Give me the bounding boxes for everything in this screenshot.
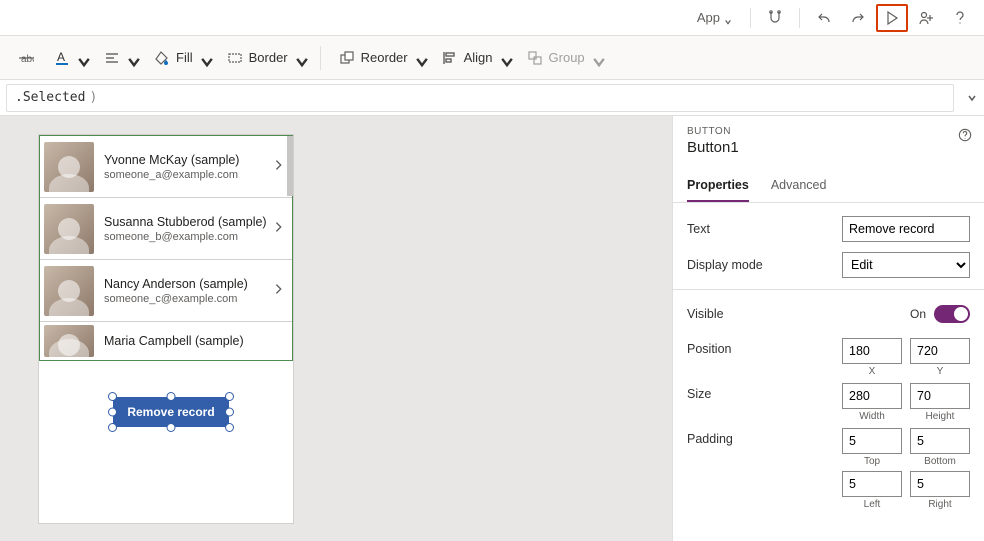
avatar (44, 266, 94, 316)
divider (799, 8, 800, 28)
properties-panel: BUTTON Button1 Properties Advanced Text … (672, 116, 984, 541)
reorder-button[interactable]: Reorder (331, 42, 430, 74)
list-item[interactable]: Maria Campbell (sample) (40, 322, 292, 360)
resize-handle[interactable] (108, 408, 117, 417)
prop-padding-top[interactable] (842, 428, 902, 454)
prop-position-label: Position (687, 338, 842, 356)
canvas[interactable]: Yvonne McKay (sample) someone_a@example.c… (0, 116, 672, 541)
strikethrough-button[interactable]: abc (10, 42, 42, 74)
list-item[interactable]: Susanna Stubberod (sample) someone_b@exam… (40, 198, 292, 260)
prop-visible-toggle[interactable] (934, 305, 970, 323)
group-button: Group (519, 42, 607, 74)
avatar (44, 204, 94, 254)
prop-size-width[interactable] (842, 383, 902, 409)
control-type-label: BUTTON (687, 126, 970, 137)
tab-advanced[interactable]: Advanced (771, 170, 827, 202)
remove-record-button[interactable]: Remove record (113, 397, 229, 427)
gallery-control[interactable]: Yvonne McKay (sample) someone_a@example.c… (39, 135, 293, 361)
chevron-right-icon[interactable] (272, 282, 286, 299)
list-item[interactable]: Nancy Anderson (sample) someone_c@example… (40, 260, 292, 322)
list-item[interactable]: Yvonne McKay (sample) someone_a@example.c… (40, 136, 292, 198)
resize-handle[interactable] (108, 423, 117, 432)
left-sublabel: Left (864, 499, 881, 510)
control-name: Button1 (687, 139, 970, 156)
play-preview-icon[interactable] (876, 4, 908, 32)
prop-padding-left[interactable] (842, 471, 902, 497)
contact-email: someone_a@example.com (104, 169, 272, 181)
chevron-right-icon[interactable] (272, 220, 286, 237)
screen-preview: Yvonne McKay (sample) someone_a@example.c… (38, 134, 294, 524)
contact-name: Nancy Anderson (sample) (104, 277, 272, 291)
bottom-sublabel: Bottom (924, 456, 956, 467)
share-icon[interactable] (910, 4, 942, 32)
contact-name: Susanna Stubberod (sample) (104, 215, 272, 229)
resize-handle[interactable] (225, 392, 234, 401)
redo-icon[interactable] (842, 4, 874, 32)
divider (320, 46, 321, 70)
group-label: Group (549, 50, 585, 65)
prop-displaymode-label: Display mode (687, 258, 842, 272)
prop-text-label: Text (687, 222, 842, 236)
height-sublabel: Height (926, 411, 955, 422)
prop-position-x[interactable] (842, 338, 902, 364)
divider (673, 289, 984, 290)
app-menu[interactable]: App (687, 4, 742, 32)
tab-properties[interactable]: Properties (687, 170, 749, 202)
resize-handle[interactable] (225, 423, 234, 432)
align-label: Align (464, 50, 493, 65)
font-color-button[interactable]: A (46, 42, 92, 74)
prop-displaymode-select[interactable]: Edit (842, 252, 970, 278)
prop-position-y[interactable] (910, 338, 970, 364)
tab-label: Properties (687, 178, 749, 192)
resize-handle[interactable] (225, 408, 234, 417)
border-label: Border (249, 50, 288, 65)
avatar (44, 142, 94, 192)
prop-size-height[interactable] (910, 383, 970, 409)
resize-handle[interactable] (167, 423, 176, 432)
prop-text-input[interactable] (842, 216, 970, 242)
formula-bar[interactable]: .Selected ) (6, 84, 954, 112)
prop-size-label: Size (687, 383, 842, 401)
x-sublabel: X (869, 366, 876, 377)
fill-button[interactable]: Fill (146, 42, 215, 74)
fill-label: Fill (176, 50, 193, 65)
contact-name: Maria Campbell (sample) (104, 334, 286, 348)
align-button[interactable]: Align (434, 42, 515, 74)
contact-email: someone_b@example.com (104, 231, 272, 243)
resize-handle[interactable] (108, 392, 117, 401)
avatar (44, 325, 94, 357)
right-sublabel: Right (928, 499, 951, 510)
reorder-label: Reorder (361, 50, 408, 65)
divider (750, 8, 751, 28)
prop-padding-bottom[interactable] (910, 428, 970, 454)
text-align-button[interactable] (96, 42, 142, 74)
svg-text:A: A (57, 50, 65, 64)
width-sublabel: Width (859, 411, 885, 422)
formula-expand-icon[interactable] (960, 93, 984, 103)
contact-name: Yvonne McKay (sample) (104, 153, 272, 167)
help-icon[interactable] (944, 4, 976, 32)
resize-handle[interactable] (167, 392, 176, 401)
button-text: Remove record (127, 405, 214, 419)
formula-paren: ) (89, 90, 97, 105)
undo-icon[interactable] (808, 4, 840, 32)
prop-visible-state: On (910, 307, 926, 321)
app-menu-label: App (697, 10, 720, 25)
prop-visible-label: Visible (687, 307, 910, 321)
top-sublabel: Top (864, 456, 880, 467)
tab-label: Advanced (771, 178, 827, 192)
svg-text:abc: abc (21, 54, 34, 65)
prop-padding-right[interactable] (910, 471, 970, 497)
formula-text: .Selected (15, 90, 85, 105)
y-sublabel: Y (937, 366, 944, 377)
border-button[interactable]: Border (219, 42, 310, 74)
prop-padding-label: Padding (687, 428, 842, 446)
chevron-right-icon[interactable] (272, 158, 286, 175)
app-checker-icon[interactable] (759, 4, 791, 32)
contact-email: someone_c@example.com (104, 293, 272, 305)
panel-help-icon[interactable] (958, 128, 972, 145)
